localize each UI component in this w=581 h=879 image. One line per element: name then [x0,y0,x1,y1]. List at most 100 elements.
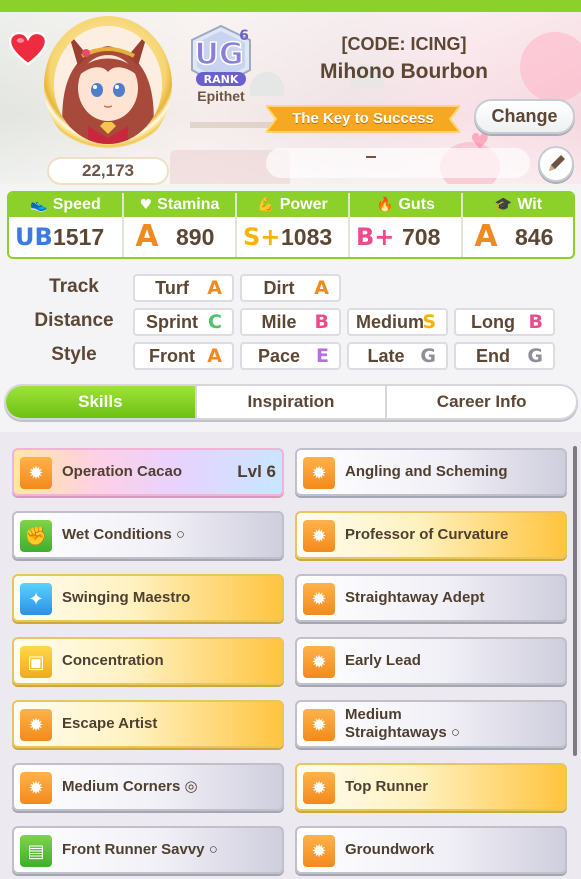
stat-stamina: ♥ Stamina A 890 [122,193,235,257]
muscle-icon: ✊ [20,520,52,552]
sparkle-icon: ✦ [20,583,52,615]
skill-name: Angling and Scheming [345,463,508,480]
aptitude-medium: Medium S [347,308,448,336]
skill-name: Straightaway Adept [345,589,485,606]
skill-card[interactable]: ✹ Medium Corners ◎ [12,763,284,811]
background-flowers [520,32,581,102]
skill-card[interactable]: ✹ Medium Straightaways ○ [295,700,567,748]
stats-panel: 👟 Speed UB 1517 ♥ Stamina A 890 💪 Power S+ 108… [7,191,575,259]
aptitude-pace: Pace E [240,342,341,370]
runner-icon: ✹ [20,709,52,741]
change-epithet-button[interactable]: Change [474,99,575,134]
aptitude-grade: S [422,311,436,333]
skill-card[interactable]: ✹ Angling and Scheming [295,448,567,496]
runner-icon: ✹ [303,457,335,489]
skill-card[interactable]: ✦ Swinging Maestro [12,574,284,622]
style-label: Style [51,344,97,365]
aptitude-grade: E [316,345,329,367]
skill-card[interactable]: ✹ Straightaway Adept [295,574,567,622]
runner-icon: ✹ [20,772,52,804]
skill-card[interactable]: ▤ Front Runner Savvy ○ [12,826,284,874]
stat-grade: A [474,219,498,254]
stat-value: 890 [176,223,215,250]
stat-value: 846 [515,223,554,250]
character-portrait[interactable] [54,26,162,144]
runner-icon: ✹ [303,709,335,741]
skill-card[interactable]: ▣ Concentration [12,637,284,685]
stat-grade: B+ [356,223,395,251]
stat-label: Speed [52,196,101,213]
skill-card[interactable]: ✹ Early Lead [295,637,567,685]
detail-tabs: Skills Inspiration Career Info [4,384,578,420]
epithet-label: Epithet [197,88,245,104]
stat-value: 708 [402,223,441,250]
aptitude-grade: A [207,345,222,367]
tab-inspiration[interactable]: Inspiration [194,386,386,418]
aptitude-grade: G [420,345,436,367]
stat-value: 1517 [53,223,105,250]
skill-name: Concentration [62,652,164,669]
rank-letters: UG [195,37,244,72]
epithet-text: The Key to Success [292,110,434,127]
skill-name: Escape Artist [62,715,158,732]
comment-field[interactable] [266,148,530,178]
track-label: Track [49,276,99,297]
skill-name: Professor of Curvature [345,526,509,543]
runner-icon: ✹ [303,772,335,804]
skill-name: Front Runner Savvy ○ [62,841,218,858]
aptitude-front: Front A [133,342,234,370]
aptitude-grade: A [207,277,222,299]
runner-icon: ✹ [303,583,335,615]
stat-label: Power [279,196,328,213]
aptitude-end: End G [454,342,555,370]
comment-placeholder-dash [366,156,376,158]
stat-grade: S+ [243,223,281,251]
tab-career-info[interactable]: Career Info [385,386,576,418]
stat-label: Guts [398,196,435,213]
runner-icon: ✹ [303,520,335,552]
edit-button[interactable] [538,146,574,182]
pencil-icon [549,155,565,171]
skill-card[interactable]: ✹ Top Runner [295,763,567,811]
stat-power: 💪 Power S+ 1083 [235,193,348,257]
cap-icon: 🎓 [494,197,513,213]
skill-name: Medium Corners ◎ [62,778,198,795]
stat-grade: A [135,219,159,254]
skill-card[interactable]: ✹ Escape Artist [12,700,284,748]
skill-name: Groundwork [345,841,435,858]
skill-name: Medium Straightaways ○ [345,706,460,741]
fan-count: 22,173 [47,157,169,185]
stat-label: Stamina [157,196,220,213]
flame-icon: 🔥 [376,197,394,213]
aptitude-dirt: Dirt A [240,274,341,302]
book-icon: ▤ [20,835,52,867]
aptitude-mile: Mile B [240,308,341,336]
skill-card[interactable]: ✹ Operation Cacao Lvl 6 [12,448,284,496]
favorite-heart-icon[interactable] [9,32,47,66]
aptitude-grade: C [208,311,222,333]
epithet-ribbon[interactable]: The Key to Success [266,104,460,134]
rank-badge-icon[interactable]: UG 6 RANK [186,24,256,92]
aptitude-grade: A [314,277,329,299]
skill-name: Wet Conditions ○ [62,526,185,543]
runner-icon: ✹ [303,646,335,678]
skill-card[interactable]: ✹ Groundwork [295,826,567,874]
skill-card[interactable]: ✹ Professor of Curvature [295,511,567,559]
rank-caption: RANK [204,73,239,86]
stat-grade: UB [15,223,53,251]
stat-value: 1083 [281,223,333,250]
top-status-bar [0,0,581,12]
arm-icon: 💪 [257,197,275,213]
stat-guts: 🔥 Guts B+ 708 [348,193,461,257]
aptitude-late: Late G [347,342,448,370]
aptitude-turf: Turf A [133,274,234,302]
stat-wit: 🎓 Wit A 846 [461,193,573,257]
tab-skills[interactable]: Skills [6,386,195,418]
shoe-icon: 👟 [30,197,48,213]
gate-icon: ▣ [20,646,52,678]
character-name: Mihono Bourbon [320,60,488,83]
scrollbar[interactable] [573,446,577,756]
skill-name: Early Lead [345,652,421,669]
skill-card[interactable]: ✊ Wet Conditions ○ [12,511,284,559]
aptitude-grade: G [527,345,543,367]
